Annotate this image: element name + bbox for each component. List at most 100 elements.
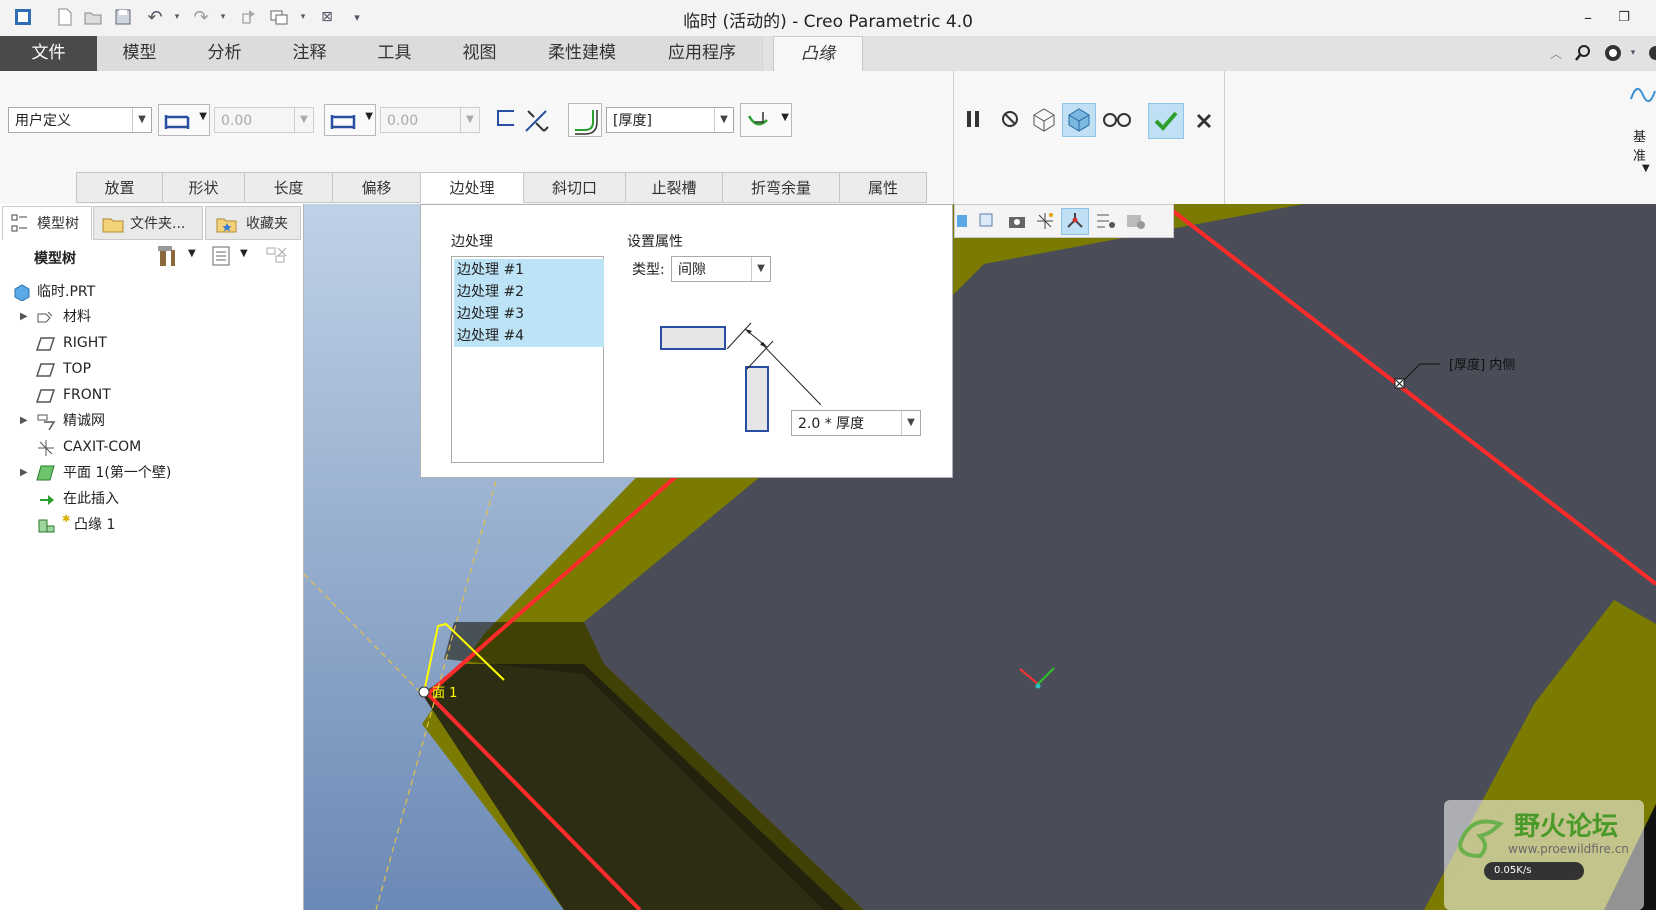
tree-item-label: FRONT	[63, 387, 111, 403]
type-select[interactable]: 间隙 ▼	[671, 256, 771, 282]
panel-tab-folder[interactable]: 文件夹...	[93, 206, 203, 240]
chevron-down-icon[interactable]: ▼	[1642, 163, 1650, 174]
panel-tab-favorites[interactable]: 收藏夹	[205, 206, 301, 240]
list-item[interactable]: 边处理 #1	[454, 259, 604, 281]
length-value-2-field[interactable]: 0.00 ▼	[380, 107, 480, 133]
show-hide-icon[interactable]	[264, 244, 290, 268]
tree-item-label: 在此插入	[63, 491, 119, 507]
subtab-relief[interactable]: 止裂槽	[625, 172, 723, 203]
speed-indicator: 0.05K/s	[1484, 862, 1584, 880]
extend-type-button[interactable]: ▼	[158, 104, 210, 136]
length-value-1-field[interactable]: 0.00 ▼	[214, 107, 314, 133]
tab-tools[interactable]: 工具	[352, 36, 438, 71]
subtab-miter-cuts[interactable]: 斜切口	[523, 172, 626, 203]
bend-icon[interactable]	[568, 103, 602, 137]
subtab-properties[interactable]: 属性	[839, 172, 927, 203]
list-item[interactable]: 边处理 #4	[454, 325, 604, 347]
subtab-length[interactable]: 长度	[244, 172, 333, 203]
annotation-display-icon[interactable]	[1095, 211, 1117, 231]
panel-tab-model-tree[interactable]: 模型树	[2, 206, 92, 240]
subtab-placement[interactable]: 放置	[76, 172, 163, 203]
panel-tab-model-tree-label: 模型树	[37, 216, 79, 232]
tree-filter-icon[interactable]	[210, 244, 234, 268]
tree-settings-icon[interactable]	[156, 244, 180, 268]
ok-icon[interactable]	[1148, 103, 1184, 139]
flange-icon	[38, 519, 55, 533]
attached-preview-icon[interactable]	[1062, 103, 1096, 137]
bend-location-icon	[747, 112, 768, 126]
tree-item-label: RIGHT	[63, 335, 107, 351]
chevron-down-icon: ▼	[294, 108, 313, 132]
search-icon[interactable]	[1572, 42, 1594, 64]
subtab-edge-treatment[interactable]: 边处理	[420, 172, 524, 203]
flip-side-icon[interactable]	[494, 105, 520, 133]
watermark: 野火论坛 www.proewildfire.cn 0.05K/s	[1444, 800, 1644, 910]
thickness-combo[interactable]: [厚度] ▼	[606, 107, 734, 133]
tab-file[interactable]: 文件	[0, 36, 98, 71]
title-bar: ↶ ▾ ↷ ▾ ▾ ⊠ ▾ 临时 (活动的) - Creo Parametric…	[0, 0, 1656, 36]
tree-item-label: 平面 1(第一个壁)	[63, 465, 172, 481]
separated-preview-icon[interactable]	[1030, 105, 1058, 133]
edge-treatment-list[interactable]: 边处理 #1 边处理 #2 边处理 #3 边处理 #4	[451, 256, 604, 463]
tab-model[interactable]: 模型	[97, 36, 183, 71]
appearance-gallery-icon[interactable]	[1125, 211, 1147, 231]
tree-item-label: CAXIT-COM	[63, 439, 142, 455]
no-preview-icon[interactable]	[998, 107, 1022, 131]
plane-label: 面 1	[432, 686, 458, 701]
datum-plane-icon	[36, 363, 56, 377]
datum-icon[interactable]	[1628, 79, 1656, 113]
chevron-down-icon: ▼	[714, 108, 733, 132]
help-dropdown-icon[interactable]: ▾	[1622, 42, 1644, 64]
datum-plane-icon	[36, 337, 56, 351]
help-icon[interactable]	[1602, 42, 1624, 64]
expand-arrow-icon[interactable]: ▶	[20, 305, 28, 329]
insert-arrow-icon	[40, 495, 54, 505]
tab-view[interactable]: 视图	[437, 36, 523, 71]
pause-icon[interactable]	[962, 107, 986, 131]
tab-flange[interactable]: 凸缘	[773, 36, 863, 73]
collapse-ribbon-icon[interactable]: ︿	[1545, 42, 1567, 64]
repaint-icon[interactable]	[977, 211, 997, 231]
restore-icon[interactable]: ❐	[1610, 4, 1638, 30]
thickness-annotation[interactable]: [厚度] 内侧	[1449, 354, 1515, 373]
bend-location-button[interactable]: ▼	[740, 103, 792, 137]
tab-analysis[interactable]: 分析	[182, 36, 268, 71]
datum-label[interactable]: 基准	[1633, 126, 1656, 164]
cancel-icon[interactable]	[1192, 109, 1216, 133]
flip-thickness-icon[interactable]	[522, 105, 552, 135]
panel-tab-favorites-label: 收藏夹	[246, 216, 288, 232]
verify-mode-icon[interactable]	[1102, 107, 1132, 131]
subtab-bend-allowance[interactable]: 折弯余量	[722, 172, 840, 203]
type-select-value: 间隙	[678, 262, 706, 278]
tree-icon	[11, 214, 27, 232]
chevron-down-icon: ▼	[199, 111, 207, 122]
chevron-down-icon[interactable]: ▼	[188, 248, 196, 259]
extend-type-2-button[interactable]: ▼	[324, 104, 376, 136]
ribbon-separator	[1224, 71, 1225, 204]
type-label: 类型:	[632, 262, 665, 278]
panel-tab-folder-label: 文件夹...	[130, 216, 186, 232]
spin-center-icon[interactable]	[1061, 208, 1089, 235]
expand-arrow-icon[interactable]: ▶	[20, 409, 28, 433]
list-item[interactable]: 边处理 #2	[454, 281, 604, 303]
saved-views-icon[interactable]	[1007, 211, 1027, 231]
subtab-offset[interactable]: 偏移	[332, 172, 421, 203]
ribbon-tab-bar: 文件 模型 分析 注释 工具 视图 柔性建模 应用程序 凸缘 ︿ ▾	[0, 36, 1656, 73]
chevron-down-icon[interactable]: ▼	[240, 248, 248, 259]
extend-type-icon	[164, 115, 190, 129]
datum-display-icon[interactable]	[1035, 211, 1055, 231]
overflow-icon[interactable]	[1642, 42, 1656, 64]
list-item[interactable]: 边处理 #3	[454, 303, 604, 325]
subtab-shape[interactable]: 形状	[162, 172, 245, 203]
minimize-icon[interactable]: –	[1574, 4, 1602, 30]
gap-value-select[interactable]: 2.0 * 厚度 ▼	[791, 410, 921, 436]
tab-applications[interactable]: 应用程序	[642, 36, 763, 71]
shape-combo-value: 用户定义	[15, 113, 71, 129]
shape-combo[interactable]: 用户定义 ▼	[8, 107, 152, 133]
expand-arrow-icon[interactable]: ▶	[20, 461, 28, 485]
zoom-to-fit-icon[interactable]	[955, 211, 975, 231]
tab-annotate[interactable]: 注释	[267, 36, 353, 71]
tab-flexible-modeling[interactable]: 柔性建模	[522, 36, 643, 71]
edge-treatment-panel: 边处理 边处理 #1 边处理 #2 边处理 #3 边处理 #4 设置属性 类型:…	[420, 204, 953, 478]
window-title: 临时 (活动的) - Creo Parametric 4.0	[683, 12, 973, 32]
